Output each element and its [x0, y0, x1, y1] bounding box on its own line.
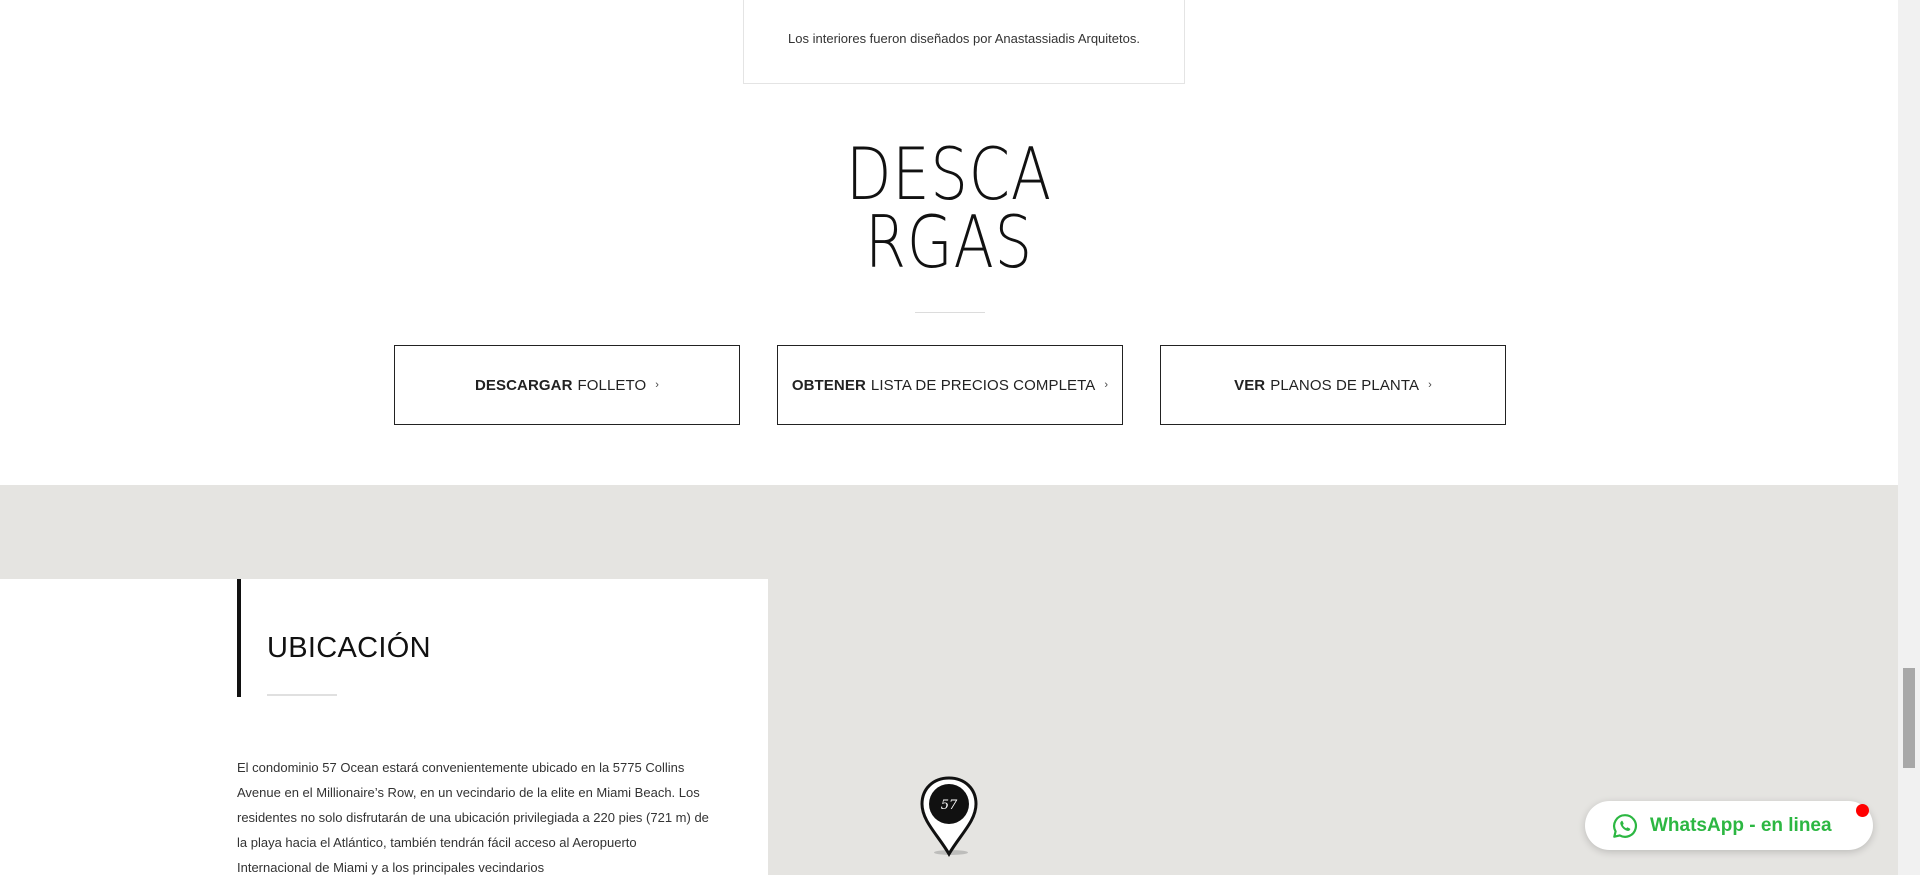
button-label: FOLLETO: [577, 376, 647, 394]
download-brochure-button[interactable]: DESCARGAR FOLLETO ›: [394, 345, 740, 425]
online-status-dot: [1856, 804, 1869, 817]
scrollbar-thumb[interactable]: [1903, 668, 1915, 768]
chevron-right-icon: ›: [1428, 379, 1432, 391]
whatsapp-label: WhatsApp - en linea: [1650, 814, 1832, 836]
button-label: LISTA DE PRECIOS COMPLETA: [870, 376, 1096, 394]
location-accent-bar: [237, 579, 241, 697]
price-list-button[interactable]: OBTENER LISTA DE PRECIOS COMPLETA ›: [777, 345, 1123, 425]
downloads-title-line1: DESCA: [846, 132, 1052, 216]
chevron-right-icon: ›: [655, 379, 660, 391]
floor-plans-button[interactable]: VER PLANOS DE PLANTA ›: [1160, 345, 1506, 425]
whatsapp-button[interactable]: WhatsApp - en linea: [1585, 801, 1873, 850]
button-bold-label: OBTENER: [791, 376, 866, 394]
downloads-divider: [915, 312, 985, 313]
map-pin-label: 57: [941, 798, 958, 813]
downloads-title-line2: RGAS: [865, 200, 1033, 284]
chevron-right-icon: ›: [1104, 379, 1109, 391]
downloads-title: DESCA RGAS: [0, 132, 1898, 284]
whatsapp-icon: [1613, 813, 1637, 838]
location-title: UBICACIÓN: [267, 632, 431, 664]
button-label: PLANOS DE PLANTA: [1270, 376, 1420, 394]
location-divider: [267, 694, 337, 696]
map-pin-icon[interactable]: 57: [918, 775, 980, 857]
button-bold-label: DESCARGAR: [474, 376, 573, 394]
button-bold-label: VER: [1234, 376, 1266, 394]
location-description: El condominio 57 Ocean estará convenient…: [237, 760, 709, 875]
intro-text: Los interiores fueron diseñados por Anas…: [788, 31, 1140, 46]
intro-card: Los interiores fueron diseñados por Anas…: [743, 0, 1185, 84]
